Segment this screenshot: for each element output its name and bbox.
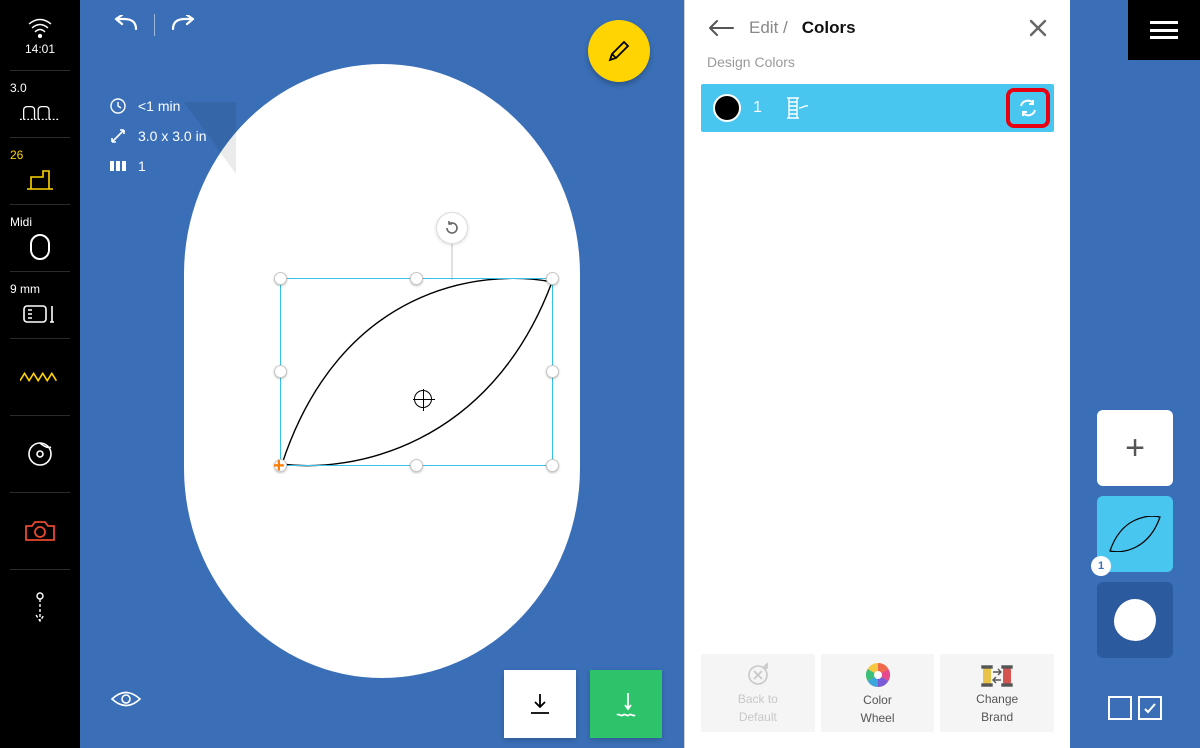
needle-down-item[interactable] xyxy=(0,572,80,644)
color-row-1[interactable]: 1 xyxy=(701,84,1054,132)
wifi-icon xyxy=(20,14,60,42)
change-brand-icon xyxy=(980,662,1014,688)
layer-blob-icon xyxy=(1114,599,1156,641)
pf-label-1a: Back to xyxy=(738,692,778,706)
back-to-default-button[interactable]: Back to Default xyxy=(701,654,815,732)
meta-time: <1 min xyxy=(138,98,180,114)
pf-label-3a: Change xyxy=(976,692,1018,706)
pf-label-2a: Color xyxy=(863,693,892,707)
pf-label-3b: Brand xyxy=(981,710,1013,724)
layer-icon xyxy=(1109,516,1161,552)
layer-thumb-1[interactable]: 1 xyxy=(1097,496,1173,572)
expand-icon xyxy=(110,128,126,144)
resize-handle-tr[interactable] xyxy=(546,272,559,285)
reset-icon xyxy=(745,662,771,688)
pencil-icon xyxy=(606,38,632,64)
meta-colors: 1 xyxy=(138,158,146,174)
hoop-size-label: Midi xyxy=(10,215,32,229)
view-check-button[interactable] xyxy=(1138,696,1162,720)
preview-button[interactable] xyxy=(110,688,142,710)
origin-marker: + xyxy=(273,455,285,478)
hamburger-icon xyxy=(1150,21,1178,39)
rotate-stem xyxy=(451,244,453,280)
bobbin-item[interactable] xyxy=(0,418,80,490)
resize-handle-tm[interactable] xyxy=(410,272,423,285)
edit-fab[interactable] xyxy=(588,20,650,82)
camera-item[interactable] xyxy=(0,495,80,567)
resize-handle-bm[interactable] xyxy=(410,459,423,472)
view-toggle xyxy=(1108,696,1162,720)
add-layer-button[interactable]: + xyxy=(1097,410,1173,486)
needle-item[interactable]: 9 mm xyxy=(0,274,80,336)
layer-thumb-2[interactable] xyxy=(1097,582,1173,658)
colors-icon xyxy=(110,159,126,173)
bobbin-icon xyxy=(20,440,60,468)
redo-button[interactable] xyxy=(169,15,199,35)
presser-foot-icon xyxy=(20,166,60,194)
color-number: 1 xyxy=(753,99,762,117)
breadcrumb-current: Colors xyxy=(802,18,856,38)
zigzag-icon xyxy=(20,363,60,391)
color-wheel-button[interactable]: Color Wheel xyxy=(821,654,935,732)
panel-footer: Back to Default Color Wheel xyxy=(697,650,1058,736)
needle-plate-icon xyxy=(20,300,60,328)
zigzag-item[interactable] xyxy=(0,341,80,413)
canvas-actions xyxy=(504,670,662,738)
breadcrumb-parent: Edit / xyxy=(749,18,788,38)
clock-label: 14:01 xyxy=(25,42,55,56)
meta-dimensions: 3.0 x 3.0 in xyxy=(138,128,207,144)
speed-label: 3.0 xyxy=(10,81,27,95)
thread-spool-icon xyxy=(784,95,808,121)
sync-color-button[interactable] xyxy=(1006,88,1050,128)
change-brand-button[interactable]: Change Brand xyxy=(940,654,1054,732)
canvas-area: <1 min 3.0 x 3.0 in 1 xyxy=(80,0,684,748)
back-button[interactable] xyxy=(707,19,735,37)
color-wheel-icon xyxy=(864,661,892,689)
sync-icon xyxy=(1017,97,1039,119)
left-sidebar: 14:01 3.0 26 Midi xyxy=(0,0,80,748)
hoop-size-item[interactable]: Midi xyxy=(0,207,80,269)
resize-handle-tl[interactable] xyxy=(274,272,287,285)
camera-icon xyxy=(20,517,60,545)
stitch-count-label: 26 xyxy=(10,148,23,162)
view-single-button[interactable] xyxy=(1108,696,1132,720)
undo-button[interactable] xyxy=(110,15,140,35)
close-button[interactable] xyxy=(1028,18,1048,38)
needle-label: 9 mm xyxy=(10,282,40,296)
panel-subtitle: Design Colors xyxy=(697,54,1058,80)
resize-handle-br[interactable] xyxy=(546,459,559,472)
divider xyxy=(154,14,155,36)
pf-label-1b: Default xyxy=(739,710,777,724)
resize-handle-mr[interactable] xyxy=(546,365,559,378)
wifi-status: 14:01 xyxy=(0,6,80,68)
color-swatch xyxy=(713,94,741,122)
colors-panel: Edit / Colors Design Colors 1 xyxy=(684,0,1070,748)
pf-label-2b: Wheel xyxy=(861,711,895,725)
center-target-icon xyxy=(414,390,432,408)
menu-button[interactable] xyxy=(1128,0,1200,60)
undo-redo-group xyxy=(110,14,199,36)
download-icon xyxy=(527,691,553,717)
clock-icon xyxy=(110,98,126,114)
download-button[interactable] xyxy=(504,670,576,738)
speed-item[interactable]: 3.0 xyxy=(0,73,80,135)
stitch-speed-icon xyxy=(20,99,60,127)
rotate-handle[interactable] xyxy=(436,212,468,244)
right-rail: + 1 xyxy=(1070,0,1200,748)
layer-badge: 1 xyxy=(1091,556,1111,576)
hoop-icon xyxy=(20,233,60,261)
stitch-out-icon xyxy=(611,689,641,719)
selection-box[interactable] xyxy=(280,278,553,466)
resize-handle-ml[interactable] xyxy=(274,365,287,378)
stitch-button[interactable] xyxy=(590,670,662,738)
stitch-count-item[interactable]: 26 xyxy=(0,140,80,202)
plus-icon: + xyxy=(1125,429,1145,468)
needle-down-icon xyxy=(20,594,60,622)
